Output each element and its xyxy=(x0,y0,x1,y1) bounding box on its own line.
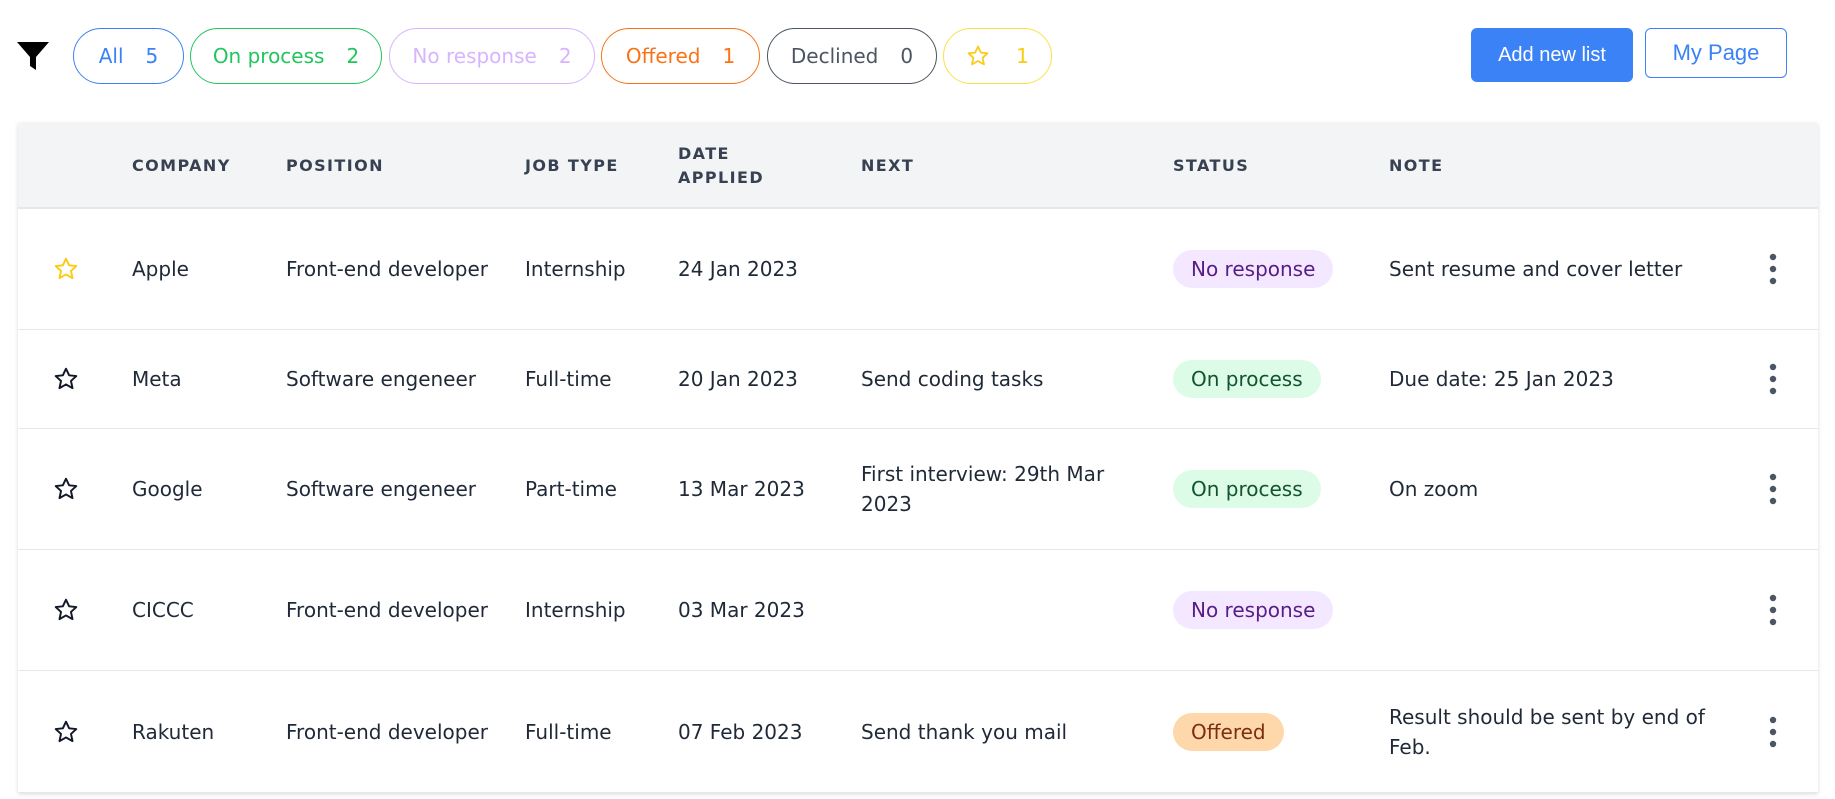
add-new-list-button[interactable]: Add new list xyxy=(1471,28,1633,82)
favorite-toggle[interactable] xyxy=(46,550,86,670)
company-cell: CICCC xyxy=(132,598,194,622)
row-menu-button[interactable] xyxy=(1758,550,1788,670)
star-icon xyxy=(54,367,78,390)
filter-no-response-label: No response xyxy=(412,44,537,68)
filter-no-response-button[interactable]: No response 2 xyxy=(389,28,595,84)
position-cell: Software engeneer xyxy=(286,367,477,391)
column-header-job-type[interactable]: JOB TYPE xyxy=(525,123,619,209)
filter-declined-label: Declined xyxy=(790,44,879,68)
filter-offered-count: 1 xyxy=(722,44,736,68)
filter-starred-count: 1 xyxy=(1016,44,1029,68)
note-cell: Due date: 25 Jan 2023 xyxy=(1389,367,1614,391)
column-header-note[interactable]: NOTE xyxy=(1389,123,1443,209)
column-header-position[interactable]: POSITION xyxy=(286,123,384,209)
star-icon xyxy=(54,257,78,280)
column-header-status[interactable]: STATUS xyxy=(1173,123,1249,209)
status-badge: No response xyxy=(1173,591,1334,629)
filter-declined-button[interactable]: Declined 0 xyxy=(767,28,937,84)
more-vertical-icon xyxy=(1769,473,1777,505)
favorite-toggle[interactable] xyxy=(46,429,86,549)
column-header-company[interactable]: COMPANY xyxy=(132,123,231,209)
more-vertical-icon xyxy=(1769,716,1777,747)
table-row[interactable]: Rakuten Front-end developer Full-time 07 Fe… xyxy=(18,671,1818,793)
position-cell: Software engeneer xyxy=(286,477,477,501)
company-cell: Rakuten xyxy=(132,719,215,744)
job-type-cell: Internship xyxy=(525,257,626,281)
next-cell xyxy=(861,209,1116,329)
my-page-button[interactable]: My Page xyxy=(1645,28,1787,78)
date-applied-cell: 07 Feb 2023 xyxy=(678,719,803,744)
table-row[interactable]: CICCC Front-end developer Internship 03 Mar… xyxy=(18,550,1818,671)
date-applied-cell: 13 Mar 2023 xyxy=(678,477,805,501)
status-cell: No response xyxy=(1173,550,1373,670)
column-header-date-applied[interactable]: DATE APPLIED xyxy=(678,123,788,209)
applications-table: COMPANY POSITION JOB TYPE DATE APPLIED N… xyxy=(18,123,1818,793)
favorite-toggle[interactable] xyxy=(46,671,86,792)
star-icon xyxy=(54,598,78,621)
filter-on-process-button[interactable]: On process 2 xyxy=(190,28,382,84)
filter-offered-button[interactable]: Offered 1 xyxy=(601,28,760,84)
table-row[interactable]: Google Software engeneer Part-time 13 Mar 2… xyxy=(18,429,1818,550)
filter-bar: All 5 On process 2 No response 2 Offered… xyxy=(0,0,1835,115)
row-menu-button[interactable] xyxy=(1758,671,1788,792)
company-cell: Meta xyxy=(132,367,182,391)
date-applied-cell: 20 Jan 2023 xyxy=(678,367,798,391)
table-row[interactable]: Meta Software engeneer Full-time 20 Jan 202… xyxy=(18,330,1818,429)
row-menu-button[interactable] xyxy=(1758,209,1788,329)
note-cell: Sent resume and cover letter xyxy=(1389,257,1683,281)
status-badge: No response xyxy=(1173,250,1334,288)
filter-all-button[interactable]: All 5 xyxy=(73,28,184,84)
filter-no-response-count: 2 xyxy=(558,44,572,68)
column-header-next[interactable]: NEXT xyxy=(861,123,914,209)
table-row[interactable]: Apple Front-end developer Internship 24 Jan… xyxy=(18,209,1818,330)
filter-on-process-label: On process xyxy=(212,44,325,68)
filter-on-process-count: 2 xyxy=(346,44,360,68)
favorite-toggle[interactable] xyxy=(46,209,86,329)
job-type-cell: Internship xyxy=(525,598,626,622)
table-header: COMPANY POSITION JOB TYPE DATE APPLIED N… xyxy=(18,123,1818,209)
note-cell xyxy=(1389,550,1709,670)
row-menu-button[interactable] xyxy=(1758,429,1788,549)
next-cell xyxy=(861,550,1116,670)
row-menu-button[interactable] xyxy=(1758,330,1788,428)
star-icon xyxy=(54,477,78,500)
status-cell: On process xyxy=(1173,429,1373,549)
position-cell: Front-end developer xyxy=(286,719,488,744)
favorite-toggle[interactable] xyxy=(46,330,86,428)
status-cell: No response xyxy=(1173,209,1373,329)
position-cell: Front-end developer xyxy=(286,257,488,281)
company-cell: Apple xyxy=(132,257,189,281)
date-applied-cell: 03 Mar 2023 xyxy=(678,598,805,622)
status-badge: On process xyxy=(1173,470,1321,508)
star-outline-icon xyxy=(967,45,989,66)
company-cell: Google xyxy=(132,477,203,501)
more-vertical-icon xyxy=(1769,363,1777,395)
filter-icon[interactable] xyxy=(16,40,50,72)
status-cell: On process xyxy=(1173,330,1373,428)
star-icon xyxy=(54,720,78,742)
next-cell: Send thank you mail xyxy=(861,719,1068,744)
filter-all-count: 5 xyxy=(145,44,159,68)
more-vertical-icon xyxy=(1769,594,1777,626)
note-cell: On zoom xyxy=(1389,477,1479,501)
filter-offered-label: Offered xyxy=(625,44,701,68)
filter-starred-button[interactable]: 1 xyxy=(943,28,1052,84)
status-cell: Offered xyxy=(1173,671,1373,792)
job-type-cell: Full-time xyxy=(525,367,612,391)
job-type-cell: Part-time xyxy=(525,477,617,501)
position-cell: Front-end developer xyxy=(286,598,488,622)
note-cell: Result should be sent by end of Feb. xyxy=(1389,704,1705,759)
filter-all-label: All xyxy=(98,44,124,68)
job-type-cell: Full-time xyxy=(525,719,612,744)
date-applied-cell: 24 Jan 2023 xyxy=(678,257,798,281)
status-badge: On process xyxy=(1173,360,1321,398)
more-vertical-icon xyxy=(1769,253,1777,285)
filter-declined-count: 0 xyxy=(900,44,914,68)
next-cell: First interview: 29th Mar 2023 xyxy=(861,462,1105,516)
next-cell: Send coding tasks xyxy=(861,367,1044,391)
status-badge: Offered xyxy=(1173,712,1284,751)
